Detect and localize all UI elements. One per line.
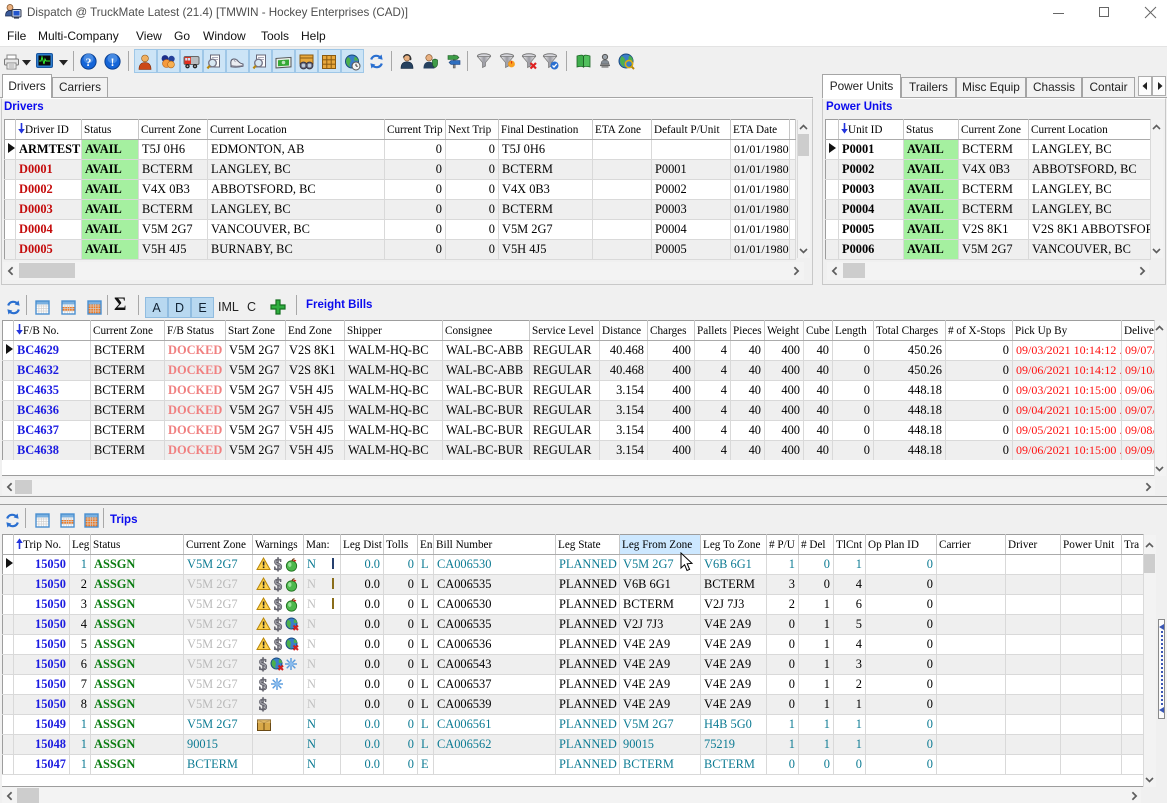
svg-text:$: $ — [274, 637, 283, 652]
svg-text:$: $ — [259, 677, 268, 692]
svg-text:$: $ — [274, 557, 283, 572]
svg-text:!: ! — [111, 55, 115, 69]
svg-text:$: $ — [274, 617, 283, 632]
svg-text:?: ? — [86, 55, 92, 69]
svg-text:$: $ — [274, 597, 283, 612]
svg-text:$: $ — [259, 697, 268, 712]
svg-text:$: $ — [274, 577, 283, 592]
svg-text:$: $ — [259, 657, 268, 672]
